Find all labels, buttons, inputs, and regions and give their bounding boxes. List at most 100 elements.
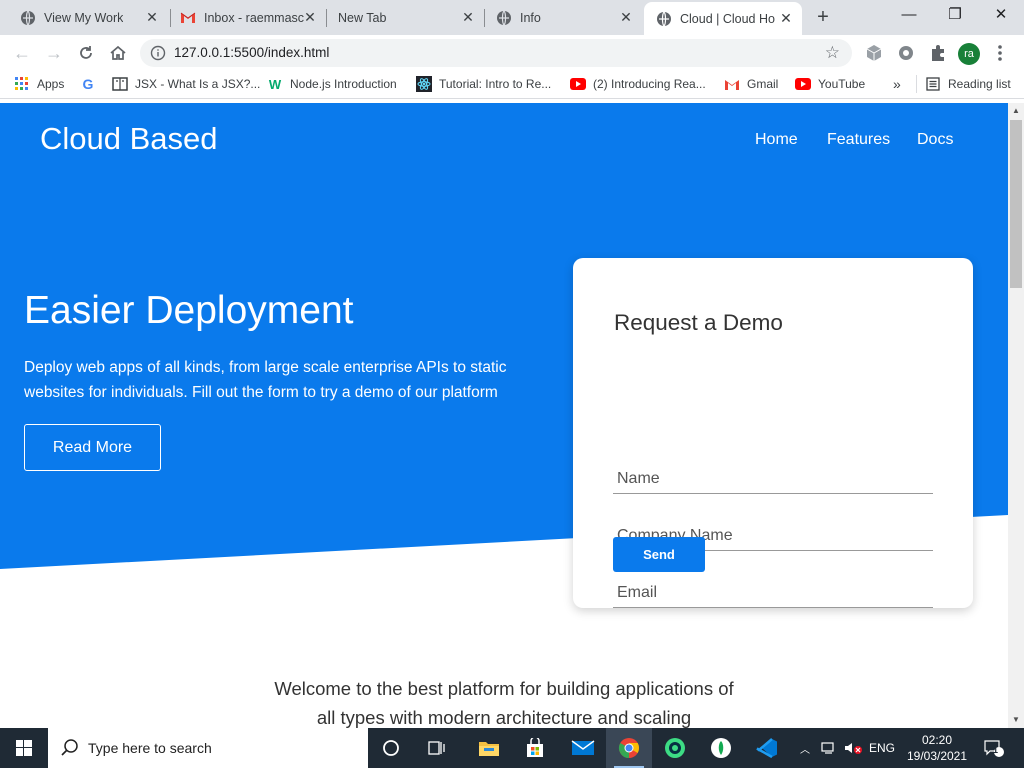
bookmark-introducing-react[interactable]: (2) Introducing Rea... xyxy=(570,75,706,93)
close-tab-icon[interactable]: ✕ xyxy=(460,9,476,25)
vscode-button[interactable] xyxy=(744,728,790,768)
close-window-button[interactable]: ✕ xyxy=(978,0,1024,32)
email-field[interactable]: Email xyxy=(613,579,933,608)
reading-list-label: Reading list xyxy=(948,77,1011,91)
welcome-text-body: Welcome to the best platform for buildin… xyxy=(274,678,734,728)
form-title: Request a Demo xyxy=(614,310,783,335)
url-text: 127.0.0.1:5500/index.html xyxy=(174,45,330,60)
task-view-button[interactable] xyxy=(414,728,460,768)
tab-title: Inbox - raemmasc xyxy=(204,10,305,25)
apps-grid-icon xyxy=(14,76,30,92)
globe-icon xyxy=(656,11,672,27)
brand-logo[interactable]: Cloud Based xyxy=(40,121,218,157)
tab-new-tab[interactable]: New Tab ✕ xyxy=(326,0,484,35)
close-tab-icon[interactable]: ✕ xyxy=(302,9,318,25)
w3schools-icon: W xyxy=(268,76,282,92)
nav-home[interactable]: Home xyxy=(755,131,798,149)
close-tab-icon[interactable]: ✕ xyxy=(144,9,160,25)
extensions-puzzle-icon[interactable] xyxy=(928,43,948,63)
store-button[interactable] xyxy=(512,728,558,768)
minimize-button[interactable]: — xyxy=(886,0,932,32)
bookmark-gmail[interactable]: Gmail xyxy=(724,75,778,93)
tab-inbox[interactable]: Inbox - raemmasc ✕ xyxy=(168,0,326,35)
bookmark-label: Apps xyxy=(37,77,65,91)
page-viewport: Cloud Based Home Features Docs Easier De… xyxy=(0,103,1008,728)
volume-muted-icon[interactable] xyxy=(842,728,864,768)
demo-request-form: Request a Demo Name Company Name Email S… xyxy=(573,258,973,608)
welcome-text: Welcome to the best platform for buildin… xyxy=(0,674,1008,728)
bookmarks-overflow-button[interactable]: » xyxy=(893,75,901,93)
name-field[interactable]: Name xyxy=(613,465,933,494)
bookmark-react-tutorial[interactable]: Tutorial: Intro to Re... xyxy=(416,75,551,93)
gmail-icon xyxy=(180,10,196,26)
bookmark-nodejs[interactable]: W Node.js Introduction xyxy=(267,75,397,93)
home-button[interactable] xyxy=(106,41,130,65)
extension-gear-icon[interactable] xyxy=(896,43,916,63)
vertical-scrollbar[interactable]: ▲ ▼ xyxy=(1008,103,1024,728)
start-button[interactable] xyxy=(0,728,48,768)
network-icon[interactable] xyxy=(818,728,840,768)
android-studio-button[interactable] xyxy=(652,728,698,768)
reload-button[interactable] xyxy=(74,41,98,65)
close-tab-icon[interactable]: ✕ xyxy=(618,9,634,25)
tab-cloud-active[interactable]: Cloud | Cloud Ho ✕ xyxy=(644,2,802,35)
taskbar-clock[interactable]: 02:20 19/03/2021 xyxy=(900,732,974,764)
file-explorer-icon xyxy=(479,742,499,756)
send-button[interactable]: Send xyxy=(613,537,705,572)
profile-avatar[interactable]: ra xyxy=(958,43,980,65)
globe-icon xyxy=(20,10,36,26)
read-more-button[interactable]: Read More xyxy=(24,424,161,471)
clock-date: 19/03/2021 xyxy=(906,749,968,763)
bookmark-label: Gmail xyxy=(747,77,779,91)
nav-docs[interactable]: Docs xyxy=(917,131,953,149)
bookmark-star-icon[interactable]: ☆ xyxy=(825,43,840,63)
hero-description: Deploy web apps of all kinds, from large… xyxy=(24,359,507,401)
browser-toolbar: ← → 127.0.0.1:5500/index.html ☆ ra xyxy=(0,35,1024,70)
forward-button[interactable]: → xyxy=(42,41,66,65)
reading-list-button[interactable]: Reading list xyxy=(916,75,1011,93)
extension-cube-icon[interactable] xyxy=(864,43,884,63)
restore-button[interactable]: ❐ xyxy=(932,0,978,32)
close-tab-icon[interactable]: ✕ xyxy=(778,10,794,26)
browser-chrome: View My Work ✕ Inbox - raemmasc ✕ New Ta… xyxy=(0,0,1024,103)
scroll-down-arrow[interactable]: ▼ xyxy=(1008,712,1024,728)
tab-view-my-work[interactable]: View My Work ✕ xyxy=(8,0,168,35)
chrome-icon xyxy=(618,738,640,759)
menu-kebab-icon[interactable] xyxy=(994,43,1006,63)
windows-logo-icon xyxy=(16,740,32,756)
react-icon xyxy=(416,76,432,92)
file-explorer-button[interactable] xyxy=(466,728,512,768)
tray-overflow-chevron-icon[interactable]: ︿ xyxy=(796,728,814,768)
bookmark-label: Tutorial: Intro to Re... xyxy=(439,77,552,91)
cortana-button[interactable] xyxy=(368,728,414,768)
bookmark-apps[interactable]: Apps xyxy=(14,75,64,93)
chrome-button[interactable] xyxy=(606,728,652,768)
reload-icon xyxy=(80,46,92,59)
scroll-thumb[interactable] xyxy=(1010,120,1022,288)
tab-title: View My Work xyxy=(44,10,124,25)
notification-center-button[interactable]: 1 xyxy=(980,728,1008,768)
globe-icon xyxy=(496,10,512,26)
bookmark-google[interactable]: G xyxy=(80,75,103,93)
scroll-up-arrow[interactable]: ▲ xyxy=(1008,103,1024,119)
mail-button[interactable] xyxy=(560,728,606,768)
taskbar-search-box[interactable]: Type here to search xyxy=(48,728,368,768)
bookmark-jsx[interactable]: JSX - What Is a JSX?... xyxy=(112,75,260,93)
nav-features[interactable]: Features xyxy=(827,131,890,149)
bookmark-youtube[interactable]: YouTube xyxy=(795,75,865,93)
back-button[interactable]: ← xyxy=(10,41,34,65)
bookmark-label: JSX - What Is a JSX?... xyxy=(135,77,261,91)
bookmark-label: YouTube xyxy=(818,77,866,91)
tab-title: Cloud | Cloud Ho xyxy=(680,11,775,26)
tab-info[interactable]: Info ✕ xyxy=(484,0,642,35)
youtube-icon xyxy=(795,76,811,92)
reading-list-icon xyxy=(925,76,941,92)
info-icon[interactable] xyxy=(150,45,166,61)
language-indicator[interactable]: ENG xyxy=(866,728,898,768)
book-icon xyxy=(112,76,128,92)
new-tab-button[interactable]: + xyxy=(812,6,834,28)
address-bar[interactable]: 127.0.0.1:5500/index.html ☆ xyxy=(140,39,852,67)
mongodb-icon xyxy=(711,738,731,758)
mongodb-button[interactable] xyxy=(698,728,744,768)
hero-title: Easier Deployment xyxy=(24,289,354,332)
